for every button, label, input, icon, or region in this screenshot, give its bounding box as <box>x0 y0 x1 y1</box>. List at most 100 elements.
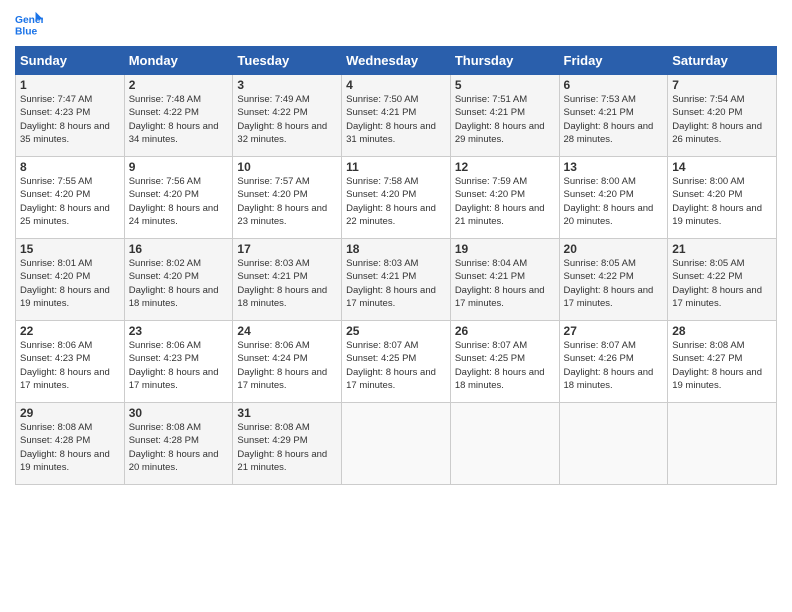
day-info: Sunrise: 8:03 AMSunset: 4:21 PMDaylight:… <box>237 257 337 310</box>
day-info: Sunrise: 7:48 AMSunset: 4:22 PMDaylight:… <box>129 93 229 146</box>
calendar-cell: 21Sunrise: 8:05 AMSunset: 4:22 PMDayligh… <box>668 239 777 321</box>
day-info: Sunrise: 7:51 AMSunset: 4:21 PMDaylight:… <box>455 93 555 146</box>
day-number: 3 <box>237 78 337 92</box>
day-info: Sunrise: 7:56 AMSunset: 4:20 PMDaylight:… <box>129 175 229 228</box>
calendar-cell: 30Sunrise: 8:08 AMSunset: 4:28 PMDayligh… <box>124 403 233 485</box>
day-info: Sunrise: 8:05 AMSunset: 4:22 PMDaylight:… <box>564 257 664 310</box>
day-number: 20 <box>564 242 664 256</box>
weekday-header-sunday: Sunday <box>16 47 125 75</box>
day-info: Sunrise: 7:54 AMSunset: 4:20 PMDaylight:… <box>672 93 772 146</box>
day-info: Sunrise: 8:08 AMSunset: 4:29 PMDaylight:… <box>237 421 337 474</box>
calendar-cell: 19Sunrise: 8:04 AMSunset: 4:21 PMDayligh… <box>450 239 559 321</box>
day-number: 14 <box>672 160 772 174</box>
calendar-cell: 8Sunrise: 7:55 AMSunset: 4:20 PMDaylight… <box>16 157 125 239</box>
calendar-cell: 23Sunrise: 8:06 AMSunset: 4:23 PMDayligh… <box>124 321 233 403</box>
day-info: Sunrise: 8:08 AMSunset: 4:28 PMDaylight:… <box>129 421 229 474</box>
day-number: 1 <box>20 78 120 92</box>
day-number: 25 <box>346 324 446 338</box>
day-number: 9 <box>129 160 229 174</box>
calendar-cell <box>342 403 451 485</box>
calendar-cell: 1Sunrise: 7:47 AMSunset: 4:23 PMDaylight… <box>16 75 125 157</box>
calendar-cell: 7Sunrise: 7:54 AMSunset: 4:20 PMDaylight… <box>668 75 777 157</box>
day-info: Sunrise: 8:00 AMSunset: 4:20 PMDaylight:… <box>672 175 772 228</box>
day-number: 22 <box>20 324 120 338</box>
day-number: 4 <box>346 78 446 92</box>
day-number: 10 <box>237 160 337 174</box>
day-number: 29 <box>20 406 120 420</box>
calendar-table: SundayMondayTuesdayWednesdayThursdayFrid… <box>15 46 777 485</box>
week-row-1: 1Sunrise: 7:47 AMSunset: 4:23 PMDaylight… <box>16 75 777 157</box>
day-number: 28 <box>672 324 772 338</box>
weekday-header-thursday: Thursday <box>450 47 559 75</box>
day-number: 30 <box>129 406 229 420</box>
weekday-header-friday: Friday <box>559 47 668 75</box>
weekday-header-saturday: Saturday <box>668 47 777 75</box>
weekday-header-wednesday: Wednesday <box>342 47 451 75</box>
calendar-cell: 12Sunrise: 7:59 AMSunset: 4:20 PMDayligh… <box>450 157 559 239</box>
week-row-2: 8Sunrise: 7:55 AMSunset: 4:20 PMDaylight… <box>16 157 777 239</box>
day-info: Sunrise: 8:06 AMSunset: 4:24 PMDaylight:… <box>237 339 337 392</box>
day-info: Sunrise: 7:49 AMSunset: 4:22 PMDaylight:… <box>237 93 337 146</box>
calendar-cell: 31Sunrise: 8:08 AMSunset: 4:29 PMDayligh… <box>233 403 342 485</box>
header: General Blue <box>15 10 777 38</box>
calendar-cell: 25Sunrise: 8:07 AMSunset: 4:25 PMDayligh… <box>342 321 451 403</box>
day-info: Sunrise: 8:08 AMSunset: 4:28 PMDaylight:… <box>20 421 120 474</box>
day-info: Sunrise: 7:58 AMSunset: 4:20 PMDaylight:… <box>346 175 446 228</box>
day-number: 19 <box>455 242 555 256</box>
day-number: 23 <box>129 324 229 338</box>
day-number: 13 <box>564 160 664 174</box>
day-info: Sunrise: 8:06 AMSunset: 4:23 PMDaylight:… <box>129 339 229 392</box>
day-info: Sunrise: 8:07 AMSunset: 4:26 PMDaylight:… <box>564 339 664 392</box>
weekday-header-tuesday: Tuesday <box>233 47 342 75</box>
calendar-cell: 24Sunrise: 8:06 AMSunset: 4:24 PMDayligh… <box>233 321 342 403</box>
day-number: 24 <box>237 324 337 338</box>
calendar-cell: 9Sunrise: 7:56 AMSunset: 4:20 PMDaylight… <box>124 157 233 239</box>
calendar-cell: 22Sunrise: 8:06 AMSunset: 4:23 PMDayligh… <box>16 321 125 403</box>
day-number: 7 <box>672 78 772 92</box>
day-info: Sunrise: 7:59 AMSunset: 4:20 PMDaylight:… <box>455 175 555 228</box>
calendar-cell: 2Sunrise: 7:48 AMSunset: 4:22 PMDaylight… <box>124 75 233 157</box>
calendar-cell: 26Sunrise: 8:07 AMSunset: 4:25 PMDayligh… <box>450 321 559 403</box>
calendar-cell: 15Sunrise: 8:01 AMSunset: 4:20 PMDayligh… <box>16 239 125 321</box>
week-row-5: 29Sunrise: 8:08 AMSunset: 4:28 PMDayligh… <box>16 403 777 485</box>
calendar-cell <box>559 403 668 485</box>
calendar-cell <box>450 403 559 485</box>
weekday-header-monday: Monday <box>124 47 233 75</box>
svg-text:Blue: Blue <box>15 26 38 37</box>
calendar-cell <box>668 403 777 485</box>
day-number: 27 <box>564 324 664 338</box>
calendar-cell: 27Sunrise: 8:07 AMSunset: 4:26 PMDayligh… <box>559 321 668 403</box>
calendar-cell: 28Sunrise: 8:08 AMSunset: 4:27 PMDayligh… <box>668 321 777 403</box>
calendar-cell: 14Sunrise: 8:00 AMSunset: 4:20 PMDayligh… <box>668 157 777 239</box>
day-number: 15 <box>20 242 120 256</box>
day-info: Sunrise: 8:07 AMSunset: 4:25 PMDaylight:… <box>455 339 555 392</box>
calendar-cell: 5Sunrise: 7:51 AMSunset: 4:21 PMDaylight… <box>450 75 559 157</box>
calendar-cell: 18Sunrise: 8:03 AMSunset: 4:21 PMDayligh… <box>342 239 451 321</box>
day-info: Sunrise: 8:06 AMSunset: 4:23 PMDaylight:… <box>20 339 120 392</box>
calendar-cell: 6Sunrise: 7:53 AMSunset: 4:21 PMDaylight… <box>559 75 668 157</box>
day-number: 17 <box>237 242 337 256</box>
day-number: 2 <box>129 78 229 92</box>
day-info: Sunrise: 8:03 AMSunset: 4:21 PMDaylight:… <box>346 257 446 310</box>
day-number: 6 <box>564 78 664 92</box>
day-info: Sunrise: 8:02 AMSunset: 4:20 PMDaylight:… <box>129 257 229 310</box>
day-number: 12 <box>455 160 555 174</box>
day-info: Sunrise: 8:01 AMSunset: 4:20 PMDaylight:… <box>20 257 120 310</box>
day-number: 18 <box>346 242 446 256</box>
calendar-cell: 3Sunrise: 7:49 AMSunset: 4:22 PMDaylight… <box>233 75 342 157</box>
day-number: 5 <box>455 78 555 92</box>
day-number: 16 <box>129 242 229 256</box>
day-number: 26 <box>455 324 555 338</box>
calendar-cell: 16Sunrise: 8:02 AMSunset: 4:20 PMDayligh… <box>124 239 233 321</box>
calendar-cell: 11Sunrise: 7:58 AMSunset: 4:20 PMDayligh… <box>342 157 451 239</box>
day-info: Sunrise: 8:04 AMSunset: 4:21 PMDaylight:… <box>455 257 555 310</box>
day-info: Sunrise: 7:55 AMSunset: 4:20 PMDaylight:… <box>20 175 120 228</box>
calendar-cell: 17Sunrise: 8:03 AMSunset: 4:21 PMDayligh… <box>233 239 342 321</box>
day-info: Sunrise: 7:53 AMSunset: 4:21 PMDaylight:… <box>564 93 664 146</box>
week-row-3: 15Sunrise: 8:01 AMSunset: 4:20 PMDayligh… <box>16 239 777 321</box>
day-info: Sunrise: 7:47 AMSunset: 4:23 PMDaylight:… <box>20 93 120 146</box>
day-info: Sunrise: 8:00 AMSunset: 4:20 PMDaylight:… <box>564 175 664 228</box>
calendar-cell: 29Sunrise: 8:08 AMSunset: 4:28 PMDayligh… <box>16 403 125 485</box>
day-info: Sunrise: 8:08 AMSunset: 4:27 PMDaylight:… <box>672 339 772 392</box>
week-row-4: 22Sunrise: 8:06 AMSunset: 4:23 PMDayligh… <box>16 321 777 403</box>
